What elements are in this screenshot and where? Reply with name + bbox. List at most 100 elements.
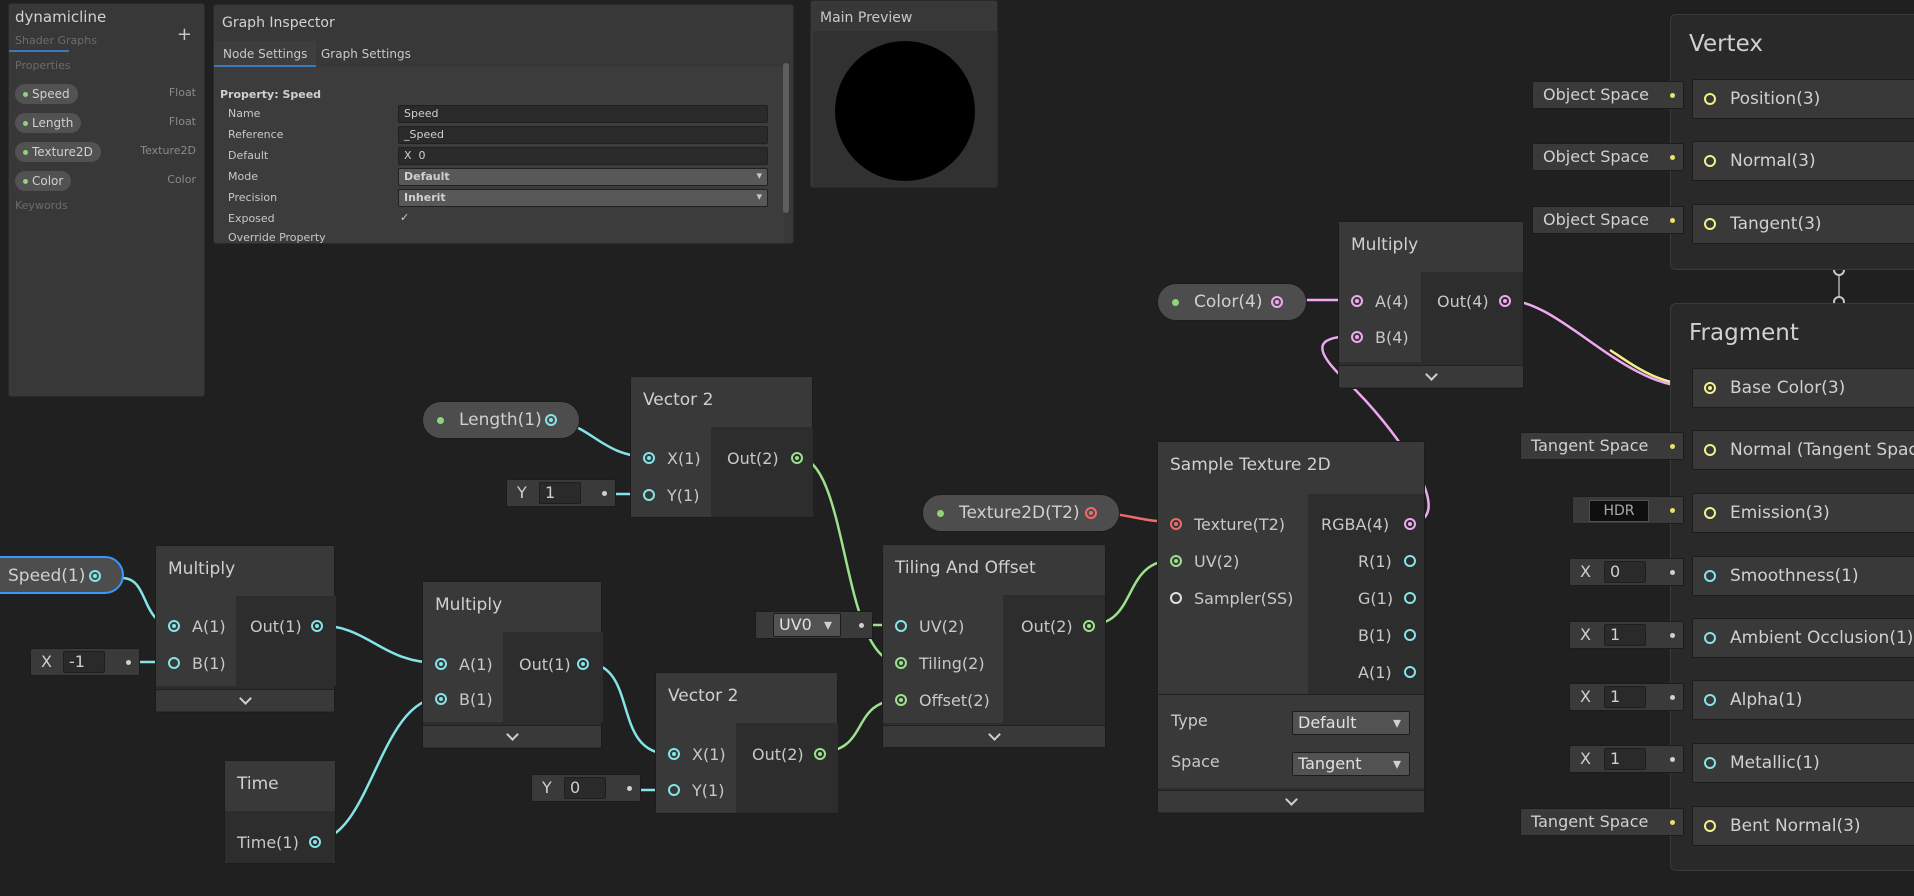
vector2-node-1[interactable]: Vector 2 X(1) Y(1) Out(2): [630, 376, 813, 518]
output-port[interactable]: [1499, 295, 1511, 307]
output-port[interactable]: [309, 836, 321, 848]
output-port-a[interactable]: [1404, 666, 1416, 678]
sample-texture-2d-node[interactable]: Sample Texture 2D Texture(T2) UV(2) Samp…: [1157, 441, 1425, 814]
time-node[interactable]: Time Time(1): [224, 760, 336, 864]
property-row-length[interactable]: Length Float: [15, 112, 200, 133]
tangent-space-field[interactable]: Object Space: [1532, 206, 1684, 234]
block-tangent[interactable]: Tangent(3): [1692, 204, 1914, 244]
input-port[interactable]: [1704, 694, 1716, 706]
name-field[interactable]: Speed: [398, 105, 768, 123]
input-port-texture[interactable]: [1170, 518, 1182, 530]
input-port[interactable]: [1704, 757, 1716, 769]
multiply-node-2[interactable]: Multiply A(1) B(1) Out(1): [422, 581, 603, 749]
input-port[interactable]: [1704, 570, 1716, 582]
tab-node-settings[interactable]: Node Settings: [214, 41, 317, 67]
property-row-texture2d[interactable]: Texture2D Texture2D: [15, 141, 200, 162]
uv-channel-field[interactable]: UV0: [755, 611, 873, 639]
input-port-uv[interactable]: [1170, 555, 1182, 567]
uv-channel-dropdown[interactable]: UV0: [773, 613, 841, 637]
bent-normal-space-field[interactable]: Tangent Space: [1520, 808, 1684, 836]
input-port-offset[interactable]: [895, 694, 907, 706]
output-port[interactable]: [577, 658, 589, 670]
scrollbar-thumb[interactable]: [783, 63, 789, 213]
input-port-x[interactable]: [643, 452, 655, 464]
block-bent-normal[interactable]: Bent Normal(3): [1692, 806, 1914, 846]
input-port[interactable]: [1704, 382, 1716, 394]
input-port-a[interactable]: [1351, 295, 1363, 307]
alpha-input[interactable]: 1: [1604, 686, 1646, 708]
tiling-and-offset-node[interactable]: Tiling And Offset UV(2) Tiling(2) Offset…: [882, 544, 1106, 748]
tab-graph-settings[interactable]: Graph Settings: [312, 41, 420, 67]
inspector-scrollbar[interactable]: [781, 49, 791, 243]
multiply-node-3[interactable]: Multiply A(4) B(4) Out(4): [1338, 221, 1524, 389]
input-port[interactable]: [1704, 218, 1716, 230]
speed-output-port[interactable]: [89, 570, 101, 582]
property-pill[interactable]: Texture2D: [15, 142, 101, 162]
input-port-b[interactable]: [168, 657, 180, 669]
collapse-toggle[interactable]: [156, 689, 334, 711]
neg-value-input[interactable]: -1: [63, 651, 105, 673]
y-value-input[interactable]: 1: [539, 482, 581, 504]
input-port[interactable]: [1704, 155, 1716, 167]
emission-hdr-field[interactable]: HDR: [1572, 496, 1684, 524]
normal-tangent-space-field[interactable]: Tangent Space: [1520, 432, 1684, 460]
texture2d-property-node[interactable]: Texture2D(T2): [922, 494, 1120, 532]
alpha-field[interactable]: X1: [1569, 683, 1684, 711]
block-ambient-occlusion[interactable]: Ambient Occlusion(1): [1692, 618, 1914, 658]
block-normal-tangent[interactable]: Normal (Tangent Space)(3): [1692, 430, 1914, 470]
vector2-node-2[interactable]: Vector 2 X(1) Y(1) Out(2): [655, 672, 838, 814]
output-port[interactable]: [1083, 620, 1095, 632]
input-port-a[interactable]: [435, 658, 447, 670]
smoothness-input[interactable]: 0: [1604, 561, 1646, 583]
position-space-field[interactable]: Object Space: [1532, 81, 1684, 109]
output-port-r[interactable]: [1404, 555, 1416, 567]
vector2a-y-field[interactable]: Y 1: [506, 479, 616, 507]
input-port[interactable]: [1704, 820, 1716, 832]
type-dropdown[interactable]: Default: [1292, 711, 1410, 735]
length-property-node[interactable]: Length(1): [422, 401, 580, 439]
precision-dropdown[interactable]: Inherit: [398, 189, 768, 207]
exposed-checkbox[interactable]: ✓: [400, 211, 409, 224]
block-smoothness[interactable]: Smoothness(1): [1692, 556, 1914, 596]
block-alpha[interactable]: Alpha(1): [1692, 680, 1914, 720]
input-port[interactable]: [1704, 93, 1716, 105]
property-row-speed[interactable]: Speed Float: [15, 83, 200, 104]
output-port-rgba[interactable]: [1404, 518, 1416, 530]
output-port[interactable]: [311, 620, 323, 632]
output-port[interactable]: [814, 748, 826, 760]
input-port-b[interactable]: [435, 693, 447, 705]
length-output-port[interactable]: [545, 414, 557, 426]
metallic-input[interactable]: 1: [1604, 748, 1646, 770]
texture-output-port[interactable]: [1085, 507, 1097, 519]
block-emission[interactable]: Emission(3): [1692, 493, 1914, 533]
color-property-node[interactable]: Color(4): [1157, 283, 1307, 321]
input-port-sampler[interactable]: [1170, 592, 1182, 604]
ambient-occlusion-field[interactable]: X1: [1569, 621, 1684, 649]
property-pill[interactable]: Color: [15, 171, 72, 191]
input-port-b[interactable]: [1351, 331, 1363, 343]
input-port[interactable]: [1704, 632, 1716, 644]
output-port[interactable]: [791, 452, 803, 464]
metallic-field[interactable]: X1: [1569, 745, 1684, 773]
normal-space-field[interactable]: Object Space: [1532, 143, 1684, 171]
property-row-color[interactable]: Color Color: [15, 170, 200, 191]
output-port-b[interactable]: [1404, 629, 1416, 641]
add-property-button[interactable]: +: [177, 24, 192, 45]
collapse-toggle[interactable]: [883, 725, 1105, 747]
input-port[interactable]: [1704, 507, 1716, 519]
block-base-color[interactable]: Base Color(3): [1692, 368, 1914, 408]
speed-property-node[interactable]: Speed(1): [0, 556, 124, 594]
vector2b-y-field[interactable]: Y 0: [531, 774, 641, 802]
block-position[interactable]: Position(3): [1692, 79, 1914, 119]
preview-canvas[interactable]: [813, 31, 997, 187]
space-dropdown[interactable]: Tangent: [1292, 752, 1410, 776]
input-port-y[interactable]: [668, 784, 680, 796]
collapse-toggle[interactable]: [1158, 790, 1424, 812]
output-port-g[interactable]: [1404, 592, 1416, 604]
multiply1-b-field[interactable]: X -1: [30, 648, 140, 676]
smoothness-field[interactable]: X0: [1569, 558, 1684, 586]
collapse-toggle[interactable]: [1339, 365, 1523, 387]
y-value-input[interactable]: 0: [564, 777, 606, 799]
input-port[interactable]: [1704, 444, 1716, 456]
ambient-occlusion-input[interactable]: 1: [1604, 624, 1646, 646]
